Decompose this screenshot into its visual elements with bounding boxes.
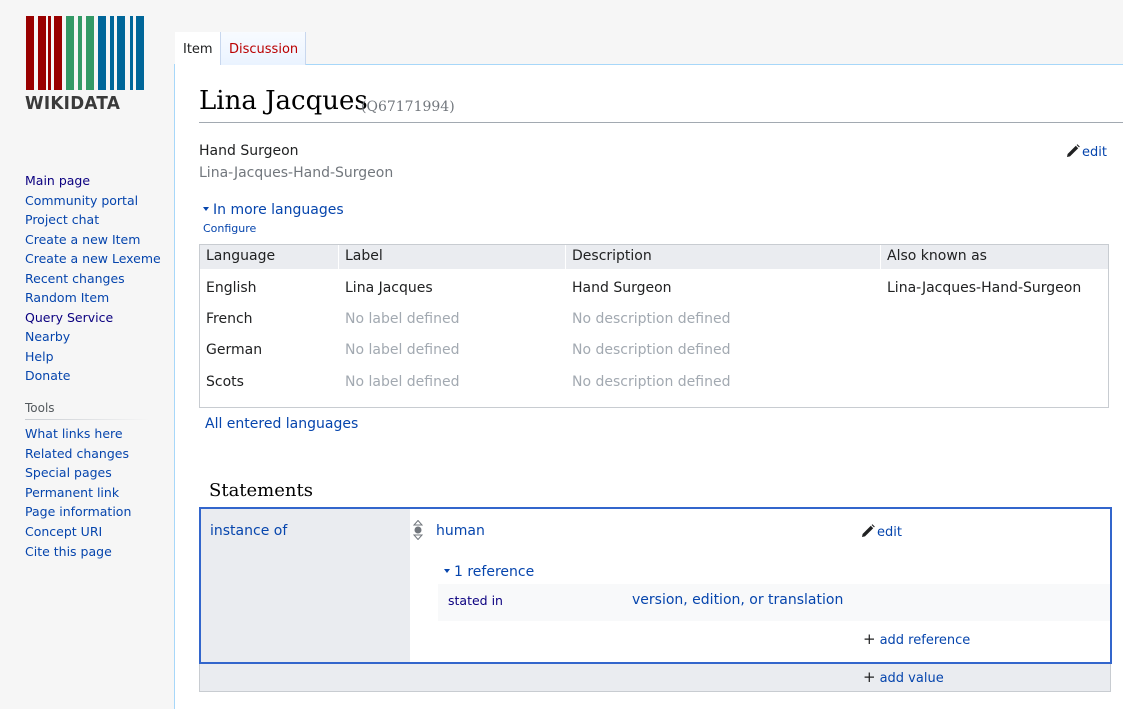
- caret-down-icon: [444, 569, 450, 573]
- logo-bar: [130, 16, 133, 90]
- sidebar-item-project-chat[interactable]: Project chat: [25, 210, 165, 230]
- tools-divider: [25, 419, 150, 420]
- tools-heading: Tools: [25, 401, 55, 415]
- logo-bar: [78, 16, 82, 90]
- header-divider: [565, 245, 566, 269]
- row-description: No description defined: [572, 374, 731, 390]
- property-column: instance of: [201, 509, 410, 662]
- tools-item-special-pages[interactable]: Special pages: [25, 463, 165, 483]
- caret-down-icon: [203, 207, 209, 211]
- tab-discussion[interactable]: Discussion: [221, 32, 306, 65]
- references-toggle[interactable]: 1 reference: [444, 564, 534, 580]
- plus-icon: +: [863, 630, 876, 648]
- tools-item-cite-this-page[interactable]: Cite this page: [25, 542, 165, 562]
- wikidata-logo[interactable]: WIKIDATA: [0, 0, 174, 160]
- statement-value[interactable]: human: [436, 523, 485, 539]
- all-entered-languages-link[interactable]: All entered languages: [205, 416, 358, 432]
- statements-heading: Statements: [209, 480, 313, 501]
- rank-selector-icon[interactable]: [413, 520, 423, 540]
- logo-bar: [136, 16, 144, 90]
- header-divider: [880, 245, 881, 269]
- reference-value[interactable]: version, edition, or translation: [632, 592, 843, 608]
- edit-label: edit: [1082, 145, 1107, 160]
- logo-bar: [26, 16, 34, 90]
- add-reference-label: add reference: [879, 633, 971, 648]
- logo-bar: [117, 16, 125, 90]
- row-label: No label defined: [345, 374, 460, 390]
- sidebar-item-community-portal[interactable]: Community portal: [25, 191, 165, 211]
- page-title: Lina Jacques: [199, 86, 368, 116]
- logo-wordmark: WIKIDATA: [25, 94, 121, 114]
- sidebar-item-random-item[interactable]: Random Item: [25, 288, 165, 308]
- in-more-languages-toggle[interactable]: In more languages: [203, 202, 344, 218]
- edit-header-button[interactable]: edit: [1066, 144, 1107, 160]
- property-instance-of[interactable]: instance of: [210, 523, 287, 539]
- tools-item-permanent-link[interactable]: Permanent link: [25, 483, 165, 503]
- row-description: Hand Surgeon: [572, 280, 672, 296]
- row-description: No description defined: [572, 311, 731, 327]
- reference-property[interactable]: stated in: [448, 593, 503, 608]
- sidebar-item-donate[interactable]: Donate: [25, 366, 165, 386]
- tools-item-what-links-here[interactable]: What links here: [25, 424, 165, 444]
- logo-bar: [66, 16, 74, 90]
- plus-icon: +: [863, 668, 876, 686]
- item-alias: Lina-Jacques-Hand-Surgeon: [199, 165, 394, 181]
- header-divider: [338, 245, 339, 269]
- add-value-label: add value: [879, 671, 944, 686]
- reference-row: stated in version, edition, or translati…: [438, 584, 1110, 621]
- tools-item-related-changes[interactable]: Related changes: [25, 444, 165, 464]
- sidebar-item-create-a-new-lexeme[interactable]: Create a new Lexeme: [25, 249, 165, 269]
- sidebar-item-create-a-new-item[interactable]: Create a new Item: [25, 230, 165, 250]
- references-toggle-label: 1 reference: [454, 564, 535, 580]
- logo-barcode: [26, 16, 146, 90]
- sidebar-tools: What links here Related changes Special pa…: [25, 424, 165, 561]
- edit-statement-button[interactable]: edit: [861, 524, 902, 540]
- sidebar-item-recent-changes[interactable]: Recent changes: [25, 269, 165, 289]
- row-label: No label defined: [345, 311, 460, 327]
- tab-item[interactable]: Item: [175, 32, 221, 65]
- row-label: Lina Jacques: [345, 280, 433, 296]
- row-label: No label defined: [345, 342, 460, 358]
- logo-bar: [98, 16, 106, 90]
- pencil-icon: [1067, 144, 1080, 157]
- row-language: English: [206, 280, 257, 296]
- header-language: Language: [206, 248, 276, 264]
- add-value-bar: + add value: [199, 664, 1111, 692]
- logo-bar: [86, 16, 94, 90]
- sidebar-item-help[interactable]: Help: [25, 347, 165, 367]
- configure-link[interactable]: Configure: [203, 222, 256, 235]
- item-id: (Q67171994): [361, 99, 455, 115]
- header-label: Label: [345, 248, 383, 264]
- sidebar-navigation: Main page Community portal Project chat Cre…: [25, 171, 165, 386]
- item-description: Hand Surgeon: [199, 143, 299, 159]
- logo-bar: [38, 16, 46, 90]
- pencil-icon: [862, 524, 875, 537]
- row-language: Scots: [206, 374, 244, 390]
- logo-bar: [48, 16, 51, 90]
- row-description: No description defined: [572, 342, 731, 358]
- sidebar-item-main-page[interactable]: Main page: [25, 171, 165, 191]
- sidebar-item-query-service[interactable]: Query Service: [25, 308, 165, 328]
- row-also-known-as: Lina-Jacques-Hand-Surgeon: [887, 280, 1082, 296]
- sidebar-item-nearby[interactable]: Nearby: [25, 327, 165, 347]
- tools-item-page-information[interactable]: Page information: [25, 502, 165, 522]
- header-description: Description: [572, 248, 652, 264]
- add-value-button[interactable]: + add value: [863, 668, 944, 686]
- statement-group: instance of human edit 1 reference state…: [199, 507, 1112, 664]
- language-table: Language Label Description Also known as…: [199, 244, 1109, 408]
- logo-bar: [54, 16, 62, 90]
- in-more-languages-label: In more languages: [213, 202, 344, 218]
- row-language: German: [206, 342, 263, 358]
- title-block: Lina Jacques (Q67171994): [199, 86, 1123, 123]
- add-reference-button[interactable]: + add reference: [863, 630, 970, 648]
- row-language: French: [206, 311, 253, 327]
- header-also-known-as: Also known as: [887, 248, 987, 264]
- tools-item-concept-uri[interactable]: Concept URI: [25, 522, 165, 542]
- logo-bar: [110, 16, 114, 90]
- language-table-header: Language Label Description Also known as: [200, 245, 1108, 269]
- edit-label: edit: [877, 525, 902, 540]
